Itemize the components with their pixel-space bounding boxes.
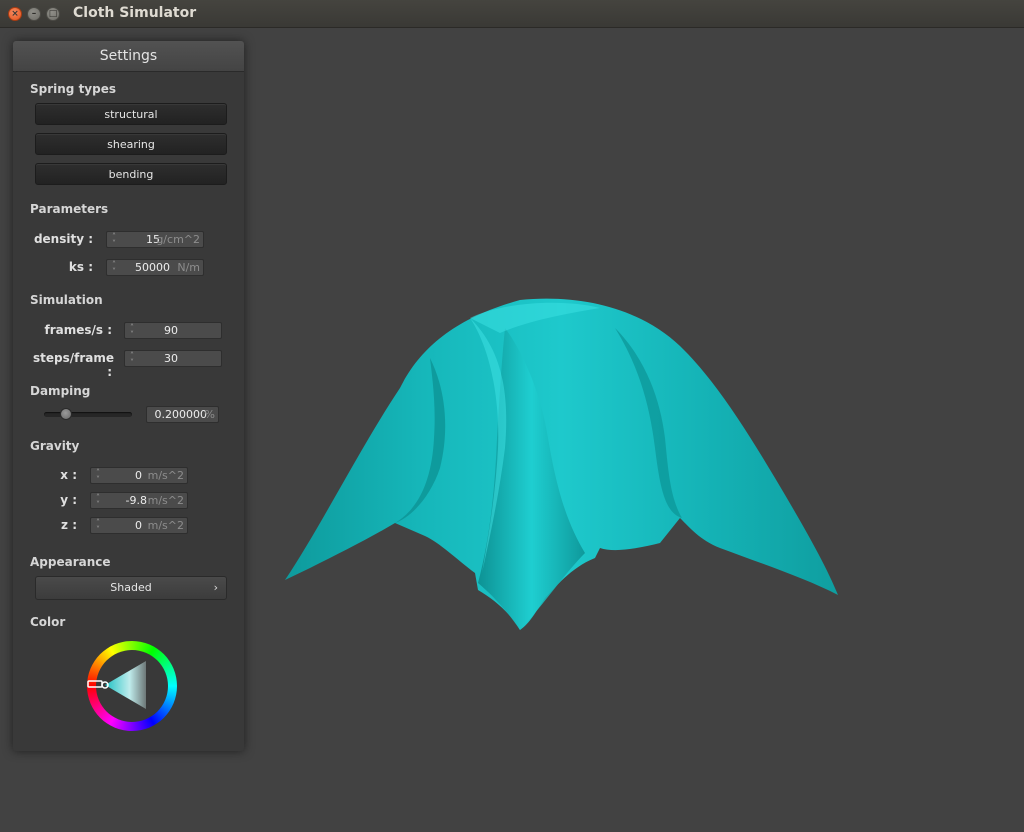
color-label: Color [30, 615, 66, 629]
color-triangle[interactable] [87, 641, 177, 731]
steps-value: 30 [164, 352, 178, 365]
gravity-z-value: 0 [135, 519, 142, 532]
spinner-icon[interactable]: ˄ ˅ [94, 468, 102, 484]
spinner-icon[interactable]: ˄ ˅ [128, 323, 136, 339]
spinner-icon[interactable]: ˄ ˅ [110, 232, 118, 248]
ks-field[interactable]: ˄ ˅ 50000 N/m [106, 259, 204, 276]
cloth-drape [285, 298, 838, 630]
maximize-window-button[interactable]: □ [46, 7, 60, 21]
spinner-icon[interactable]: ˄ ˅ [94, 493, 102, 509]
damping-slider-handle[interactable] [60, 408, 73, 420]
spring-types-label: Spring types [30, 82, 117, 96]
gravity-y-value: -9.8 [125, 494, 147, 507]
title-bar: × – □ Cloth Simulator [0, 0, 1024, 28]
gravity-z-label: z : [61, 518, 77, 532]
appearance-selected: Shaded [110, 581, 152, 594]
density-unit: g/cm^2 [156, 233, 200, 246]
damping-value: 0.200000 [154, 408, 208, 421]
close-icon: × [11, 9, 19, 19]
spinner-icon[interactable]: ˄ ˅ [94, 518, 102, 534]
steps-field[interactable]: ˄ ˅ 30 [124, 350, 222, 367]
gravity-x-label: x : [60, 468, 77, 482]
damping-label: Damping [30, 384, 91, 398]
ks-value: 50000 [135, 261, 170, 274]
spinner-icon[interactable]: ˄ ˅ [128, 351, 136, 367]
window-title: Cloth Simulator [73, 5, 197, 21]
fps-value: 90 [164, 324, 178, 337]
gravity-z-field[interactable]: ˄ ˅ 0 m/s^2 [90, 517, 188, 534]
steps-label: steps/frame : [33, 351, 115, 379]
fps-label: frames/s : [44, 323, 112, 337]
minimize-icon: – [31, 9, 37, 19]
gravity-x-unit: m/s^2 [147, 469, 184, 482]
gravity-z-unit: m/s^2 [147, 519, 184, 532]
settings-panel: Settings Spring types structural shearin… [13, 41, 244, 751]
damping-field[interactable]: 0.200000 % [146, 406, 219, 423]
panel-header[interactable]: Settings [13, 41, 244, 72]
bending-button[interactable]: bending [35, 163, 227, 185]
parameters-label: Parameters [30, 202, 109, 216]
gravity-x-field[interactable]: ˄ ˅ 0 m/s^2 [90, 467, 188, 484]
gravity-y-field[interactable]: ˄ ˅ -9.8 m/s^2 [90, 492, 188, 509]
hue-selector[interactable] [87, 680, 103, 688]
ks-unit: N/m [177, 261, 200, 274]
damping-unit: % [204, 408, 215, 421]
appearance-label: Appearance [30, 555, 111, 569]
gravity-x-value: 0 [135, 469, 142, 482]
close-window-button[interactable]: × [8, 7, 22, 21]
density-label: density : [33, 232, 93, 246]
fps-field[interactable]: ˄ ˅ 90 [124, 322, 222, 339]
gravity-y-label: y : [60, 493, 77, 507]
color-wheel[interactable] [87, 641, 177, 731]
shearing-button[interactable]: shearing [35, 133, 227, 155]
gravity-y-unit: m/s^2 [147, 494, 184, 507]
simulation-label: Simulation [30, 293, 103, 307]
chevron-right-icon: › [213, 581, 218, 594]
appearance-dropdown[interactable]: Shaded › [35, 576, 227, 600]
density-field[interactable]: ˄ ˅ 15 g/cm^2 [106, 231, 204, 248]
minimize-window-button[interactable]: – [27, 7, 41, 21]
ks-label: ks : [68, 260, 93, 274]
damping-slider[interactable] [44, 408, 132, 420]
spinner-icon[interactable]: ˄ ˅ [110, 260, 118, 276]
gravity-label: Gravity [30, 439, 80, 453]
maximize-icon: □ [48, 9, 58, 19]
structural-button[interactable]: structural [35, 103, 227, 125]
